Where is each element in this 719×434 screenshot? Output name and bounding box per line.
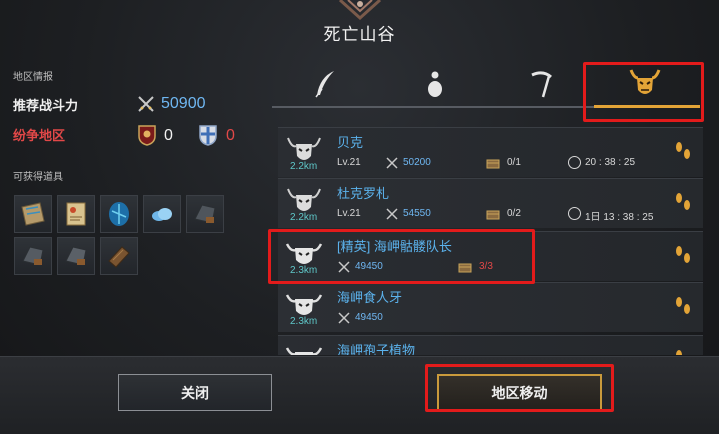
respawn-time: 20 : 38 : 25 [585, 157, 636, 168]
conflict-count-a: 0 [164, 127, 173, 144]
ore-icon [65, 246, 87, 266]
footprints-icon[interactable] [673, 348, 693, 355]
recommended-power-label: 推荐战斗力 [13, 98, 79, 113]
footprints-icon[interactable] [673, 244, 693, 266]
list-item[interactable]: 2.2km 杜克罗札 Lv.21 54550 0/2 1日 13 : 38 : … [278, 178, 703, 228]
blue-guild-shield-icon [199, 125, 217, 146]
red-guild-shield-icon [138, 125, 156, 146]
region-emblem-icon [338, 0, 382, 20]
scroll-item[interactable] [57, 195, 95, 233]
footprints-icon[interactable] [673, 295, 693, 317]
gourd-icon [428, 71, 442, 97]
map-scroll-item[interactable] [14, 195, 52, 233]
blue-gem-item[interactable] [100, 195, 138, 233]
monster-name: 贝克 [337, 135, 364, 150]
feather-icon [315, 71, 334, 98]
list-item[interactable]: 2.3km 海岬食人牙 49450 [278, 282, 703, 332]
cloud-item[interactable] [143, 195, 181, 233]
list-item[interactable]: 海岬孢子植物 [278, 335, 703, 355]
wood-plank-icon [108, 246, 130, 268]
clock-icon [568, 156, 581, 169]
highlight-box-boss-tab [583, 62, 704, 122]
distance-label: 2.2km [290, 161, 318, 172]
scythe-tab[interactable] [492, 60, 592, 108]
map-icon [21, 202, 45, 226]
obtainable-items-label: 可获得道具 [13, 172, 63, 183]
conflict-count-b: 0 [226, 127, 235, 144]
monster-power: 54550 [403, 208, 431, 219]
scythe-icon [531, 71, 552, 98]
chest-icon [486, 159, 500, 169]
monster-power: 50200 [403, 157, 431, 168]
close-button[interactable]: 关闭 [118, 374, 272, 411]
potion-tab[interactable] [385, 60, 485, 108]
monster-level: Lv.21 [337, 208, 361, 219]
clock-icon [568, 207, 581, 220]
cloud-icon [152, 208, 172, 221]
list-item[interactable]: 2.2km 贝克 Lv.21 50200 0/1 20 : 38 : 25 [278, 127, 703, 177]
respawn-time: 1日 13 : 38 : 25 [585, 212, 654, 223]
region-info-label: 地区情报 [13, 72, 53, 83]
blue-gem-icon [109, 202, 129, 226]
monster-level: Lv.21 [337, 157, 361, 168]
feather-tab[interactable] [275, 60, 375, 108]
distance-label: 2.2km [290, 212, 318, 223]
scroll-icon [66, 202, 86, 226]
kill-ratio: 0/1 [507, 157, 521, 168]
ore-item-2[interactable] [14, 237, 52, 275]
crossed-swords-icon [138, 96, 154, 112]
ore-icon [22, 246, 44, 266]
monster-name: 杜克罗札 [337, 186, 390, 201]
distance-label: 2.3km [290, 316, 318, 327]
conflict-region-label: 纷争地区 [13, 128, 66, 143]
ore-item-3[interactable] [57, 237, 95, 275]
monster-name: 海岬孢子植物 [337, 343, 416, 355]
recommended-power-value: 50900 [161, 95, 206, 112]
ore-icon [194, 204, 216, 224]
highlight-box-move-button [425, 364, 614, 412]
page-title: 死亡山谷 [323, 25, 396, 44]
horned-skull-icon [285, 347, 323, 355]
footprints-icon[interactable] [673, 191, 693, 213]
monster-power: 49450 [355, 312, 383, 323]
crossed-swords-icon [386, 157, 398, 169]
kill-ratio: 0/2 [507, 208, 521, 219]
crossed-swords-icon [338, 312, 350, 324]
highlight-box-elite-entry [268, 229, 535, 284]
wood-item[interactable] [100, 237, 138, 275]
chest-icon [486, 210, 500, 220]
crossed-swords-icon [386, 208, 398, 220]
footprints-icon[interactable] [673, 140, 693, 162]
monster-name: 海岬食人牙 [337, 290, 403, 305]
ore-item[interactable] [186, 195, 224, 233]
